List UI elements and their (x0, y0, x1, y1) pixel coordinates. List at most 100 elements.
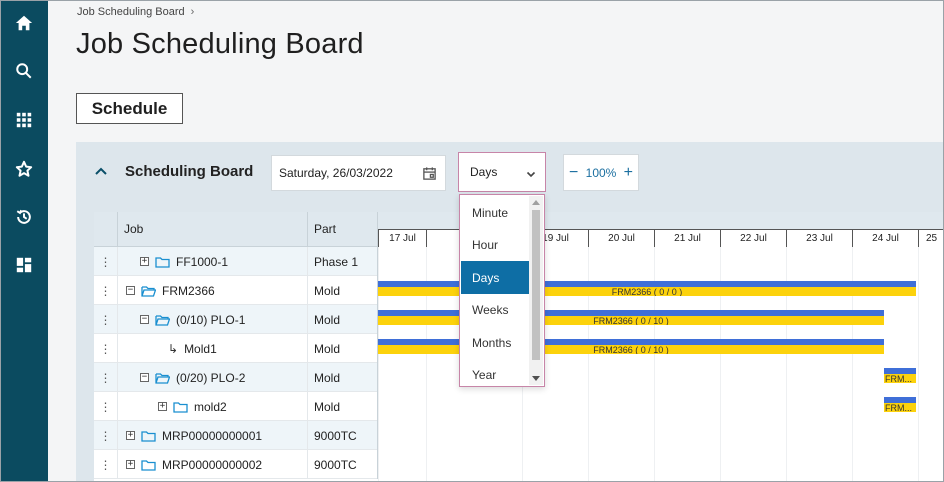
dashboard-icon (15, 256, 33, 279)
table-row[interactable]: ⋮ − (0/20) PLO-2 Mold (94, 363, 378, 392)
part-cell: Phase 1 (308, 247, 378, 276)
job-cell: + FF1000-1 (118, 247, 308, 276)
rail-home[interactable] (0, 5, 48, 45)
side-rail (0, 0, 48, 482)
job-cell: + mold2 (118, 392, 308, 421)
expand-icon[interactable]: + (126, 431, 135, 440)
timeline-day: 20 Jul (588, 230, 654, 247)
folder-open-icon (155, 372, 171, 384)
drag-handle-icon[interactable]: ⋮ (94, 305, 118, 334)
rail-favorites[interactable] (0, 151, 48, 191)
job-bar[interactable]: FRM... (884, 397, 916, 412)
bar-label: FRM... (884, 403, 916, 412)
zoom-in-button[interactable]: + (622, 164, 634, 181)
timeline-day: 21 Jul (654, 230, 720, 247)
table-row[interactable]: ⋮ − FRM2366 Mold (94, 276, 378, 305)
job-cell: ↳ Mold1 (118, 334, 308, 363)
rail-apps[interactable] (0, 102, 48, 142)
job-bar[interactable]: FRM... (884, 368, 916, 383)
drag-handle-icon[interactable]: ⋮ (94, 450, 118, 479)
job-name[interactable]: MRP00000000001 (162, 429, 262, 443)
job-bar[interactable]: FRM2366 ( 0 / 10 ) (378, 310, 884, 325)
dropdown-option-minute[interactable]: Minute (461, 196, 529, 229)
job-name[interactable]: (0/10) PLO-1 (176, 313, 245, 327)
collapse-icon[interactable]: − (126, 286, 135, 295)
dropdown-scrollbar[interactable] (529, 196, 543, 385)
table-row[interactable]: ⋮ + FF1000-1 Phase 1 (94, 247, 378, 276)
zoom-control: − 100% + (563, 154, 639, 191)
column-header-part[interactable]: Part (308, 212, 378, 247)
folder-icon (155, 256, 170, 268)
dropdown-option-weeks[interactable]: Weeks (461, 294, 529, 327)
collapse-icon[interactable]: − (140, 373, 149, 382)
dropdown-option-months[interactable]: Months (461, 326, 529, 359)
zoom-out-button[interactable]: − (568, 164, 580, 181)
timeline-day: 24 Jul (852, 230, 918, 247)
breadcrumb-item[interactable]: Job Scheduling Board (77, 6, 185, 18)
timeline-day: 17 Jul (378, 230, 426, 247)
tab-schedule[interactable]: Schedule (76, 93, 183, 124)
timeline-day: 23 Jul (786, 230, 852, 247)
part-cell: Mold (308, 363, 378, 392)
part-cell: Mold (308, 334, 378, 363)
job-cell: + MRP00000000002 (118, 450, 308, 479)
job-name[interactable]: Mold1 (184, 342, 217, 356)
calendar-icon[interactable] (422, 166, 437, 181)
column-header-job[interactable]: Job (118, 212, 308, 247)
chevron-up-icon[interactable] (94, 164, 108, 178)
drag-handle-icon[interactable]: ⋮ (94, 392, 118, 421)
apps-grid-icon (15, 111, 33, 134)
table-row[interactable]: ⋮ + MRP00000000002 9000TC (94, 450, 378, 479)
day-gridline (918, 247, 919, 482)
home-icon (15, 14, 33, 37)
job-name[interactable]: FRM2366 (162, 284, 215, 298)
chevron-down-icon (526, 168, 536, 178)
drag-handle-icon[interactable]: ⋮ (94, 421, 118, 450)
dropdown-option-year[interactable]: Year (461, 359, 529, 392)
job-name[interactable]: FF1000-1 (176, 255, 228, 269)
rail-history[interactable] (0, 199, 48, 239)
view-mode-dropdown: Minute Hour Days Weeks Months Year (459, 194, 545, 387)
search-icon (15, 62, 33, 85)
board-title: Scheduling Board (125, 163, 254, 180)
scroll-down-icon[interactable] (532, 376, 540, 381)
job-cell: − (0/20) PLO-2 (118, 363, 308, 392)
view-mode-select[interactable]: Days (458, 152, 546, 192)
part-cell: 9000TC (308, 450, 378, 479)
bar-label: FRM... (884, 374, 916, 383)
expand-icon[interactable]: + (158, 402, 167, 411)
rail-search[interactable] (0, 53, 48, 93)
breadcrumb-separator-icon: › (190, 6, 195, 18)
table-row[interactable]: ⋮ ↳ Mold1 Mold (94, 334, 378, 363)
folder-icon (173, 401, 188, 413)
history-icon (15, 208, 33, 231)
part-cell: 9000TC (308, 421, 378, 450)
date-picker[interactable]: Saturday, 26/03/2022 (271, 155, 446, 191)
dropdown-option-hour[interactable]: Hour (461, 229, 529, 262)
drag-handle-icon[interactable]: ⋮ (94, 247, 118, 276)
job-name[interactable]: MRP00000000002 (162, 458, 262, 472)
table-row[interactable]: ⋮ + mold2 Mold (94, 392, 378, 421)
folder-open-icon (155, 314, 171, 326)
header-grip (94, 212, 118, 247)
bar-label: FRM2366 ( 0 / 10 ) (378, 345, 884, 354)
rail-dashboard[interactable] (0, 247, 48, 287)
collapse-icon[interactable]: − (140, 315, 149, 324)
job-name[interactable]: mold2 (194, 400, 227, 414)
scroll-thumb[interactable] (532, 210, 540, 360)
drag-handle-icon[interactable]: ⋮ (94, 363, 118, 392)
breadcrumb: Job Scheduling Board › (77, 6, 194, 18)
expand-icon[interactable]: + (140, 257, 149, 266)
drag-handle-icon[interactable]: ⋮ (94, 276, 118, 305)
table-row[interactable]: ⋮ + MRP00000000001 9000TC (94, 421, 378, 450)
dropdown-option-days[interactable]: Days (461, 261, 529, 294)
expand-icon[interactable]: + (126, 460, 135, 469)
job-bar[interactable]: FRM2366 ( 0 / 10 ) (378, 339, 884, 354)
drag-handle-icon[interactable]: ⋮ (94, 334, 118, 363)
zoom-level: 100% (585, 165, 617, 180)
table-row[interactable]: ⋮ − (0/10) PLO-1 Mold (94, 305, 378, 334)
folder-open-icon (141, 285, 157, 297)
timeline-day: 22 Jul (720, 230, 786, 247)
job-name[interactable]: (0/20) PLO-2 (176, 371, 245, 385)
scroll-up-icon[interactable] (532, 200, 540, 205)
